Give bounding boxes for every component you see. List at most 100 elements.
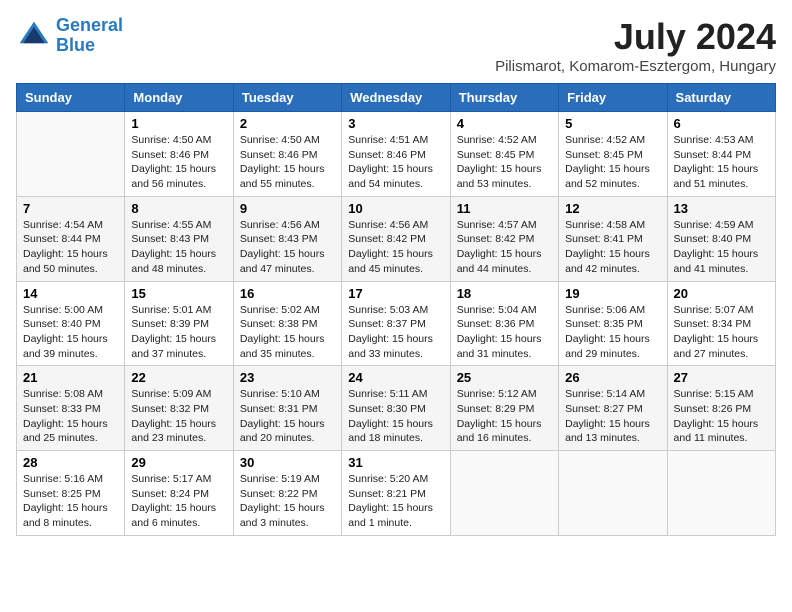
day-number: 28 bbox=[23, 455, 118, 470]
day-detail: Sunrise: 4:53 AM Sunset: 8:44 PM Dayligh… bbox=[674, 133, 769, 192]
calendar-cell: 6 Sunrise: 4:53 AM Sunset: 8:44 PM Daylig… bbox=[667, 112, 775, 197]
calendar-cell: 20 Sunrise: 5:07 AM Sunset: 8:34 PM Dayli… bbox=[667, 281, 775, 366]
day-number: 14 bbox=[23, 286, 118, 301]
week-row: 1 Sunrise: 4:50 AM Sunset: 8:46 PM Daylig… bbox=[17, 112, 776, 197]
calendar-cell: 16 Sunrise: 5:02 AM Sunset: 8:38 PM Dayli… bbox=[233, 281, 341, 366]
day-detail: Sunrise: 4:52 AM Sunset: 8:45 PM Dayligh… bbox=[457, 133, 552, 192]
title-area: July 2024 Pilismarot, Komarom-Esztergom,… bbox=[495, 16, 776, 75]
calendar-cell: 1 Sunrise: 4:50 AM Sunset: 8:46 PM Daylig… bbox=[125, 112, 233, 197]
day-number: 5 bbox=[565, 116, 660, 131]
day-detail: Sunrise: 5:16 AM Sunset: 8:25 PM Dayligh… bbox=[23, 472, 118, 531]
header-row: SundayMondayTuesdayWednesdayThursdayFrid… bbox=[17, 84, 776, 112]
calendar-cell: 13Sunrise: 4:59 AM Sunset: 8:40 PM Dayli… bbox=[667, 196, 775, 281]
day-detail: Sunrise: 5:00 AM Sunset: 8:40 PM Dayligh… bbox=[23, 303, 118, 362]
day-number: 2 bbox=[240, 116, 335, 131]
day-number: 18 bbox=[457, 286, 552, 301]
logo-text: General Blue bbox=[56, 16, 123, 56]
week-row: 28 Sunrise: 5:16 AM Sunset: 8:25 PM Dayli… bbox=[17, 451, 776, 536]
day-detail: Sunrise: 5:02 AM Sunset: 8:38 PM Dayligh… bbox=[240, 303, 335, 362]
calendar-cell: 29 Sunrise: 5:17 AM Sunset: 8:24 PM Dayli… bbox=[125, 451, 233, 536]
calendar-cell: 2 Sunrise: 4:50 AM Sunset: 8:46 PM Daylig… bbox=[233, 112, 341, 197]
day-number: 29 bbox=[131, 455, 226, 470]
calendar-cell: 23 Sunrise: 5:10 AM Sunset: 8:31 PM Dayli… bbox=[233, 366, 341, 451]
calendar-cell: 14 Sunrise: 5:00 AM Sunset: 8:40 PM Dayli… bbox=[17, 281, 125, 366]
day-number: 23 bbox=[240, 370, 335, 385]
day-number: 24 bbox=[348, 370, 443, 385]
day-detail: Sunrise: 5:20 AM Sunset: 8:21 PM Dayligh… bbox=[348, 472, 443, 531]
column-header-monday: Monday bbox=[125, 84, 233, 112]
day-number: 26 bbox=[565, 370, 660, 385]
calendar-cell bbox=[17, 112, 125, 197]
day-number: 19 bbox=[565, 286, 660, 301]
day-number: 25 bbox=[457, 370, 552, 385]
day-detail: Sunrise: 4:52 AM Sunset: 8:45 PM Dayligh… bbox=[565, 133, 660, 192]
calendar-subtitle: Pilismarot, Komarom-Esztergom, Hungary bbox=[495, 58, 776, 75]
day-detail: Sunrise: 4:51 AM Sunset: 8:46 PM Dayligh… bbox=[348, 133, 443, 192]
calendar-cell bbox=[559, 451, 667, 536]
day-number: 6 bbox=[674, 116, 769, 131]
calendar-cell: 24Sunrise: 5:11 AM Sunset: 8:30 PM Dayli… bbox=[342, 366, 450, 451]
day-detail: Sunrise: 5:17 AM Sunset: 8:24 PM Dayligh… bbox=[131, 472, 226, 531]
day-detail: Sunrise: 5:10 AM Sunset: 8:31 PM Dayligh… bbox=[240, 387, 335, 446]
day-detail: Sunrise: 4:56 AM Sunset: 8:42 PM Dayligh… bbox=[348, 218, 443, 277]
calendar-cell: 31 Sunrise: 5:20 AM Sunset: 8:21 PM Dayli… bbox=[342, 451, 450, 536]
week-row: 7Sunrise: 4:54 AM Sunset: 8:44 PM Daylig… bbox=[17, 196, 776, 281]
day-number: 15 bbox=[131, 286, 226, 301]
day-detail: Sunrise: 5:08 AM Sunset: 8:33 PM Dayligh… bbox=[23, 387, 118, 446]
calendar-cell: 7Sunrise: 4:54 AM Sunset: 8:44 PM Daylig… bbox=[17, 196, 125, 281]
calendar-cell: 3Sunrise: 4:51 AM Sunset: 8:46 PM Daylig… bbox=[342, 112, 450, 197]
day-detail: Sunrise: 5:04 AM Sunset: 8:36 PM Dayligh… bbox=[457, 303, 552, 362]
day-number: 22 bbox=[131, 370, 226, 385]
calendar-cell: 19 Sunrise: 5:06 AM Sunset: 8:35 PM Dayli… bbox=[559, 281, 667, 366]
calendar-cell: 30Sunrise: 5:19 AM Sunset: 8:22 PM Dayli… bbox=[233, 451, 341, 536]
calendar-cell: 15 Sunrise: 5:01 AM Sunset: 8:39 PM Dayli… bbox=[125, 281, 233, 366]
day-number: 17 bbox=[348, 286, 443, 301]
day-number: 21 bbox=[23, 370, 118, 385]
logo-line2: Blue bbox=[56, 35, 95, 55]
day-number: 1 bbox=[131, 116, 226, 131]
calendar-cell: 22 Sunrise: 5:09 AM Sunset: 8:32 PM Dayli… bbox=[125, 366, 233, 451]
day-number: 12 bbox=[565, 201, 660, 216]
day-detail: Sunrise: 5:06 AM Sunset: 8:35 PM Dayligh… bbox=[565, 303, 660, 362]
calendar-cell: 12 Sunrise: 4:58 AM Sunset: 8:41 PM Dayli… bbox=[559, 196, 667, 281]
calendar-cell: 9Sunrise: 4:56 AM Sunset: 8:43 PM Daylig… bbox=[233, 196, 341, 281]
day-detail: Sunrise: 4:50 AM Sunset: 8:46 PM Dayligh… bbox=[240, 133, 335, 192]
day-number: 7 bbox=[23, 201, 118, 216]
column-header-friday: Friday bbox=[559, 84, 667, 112]
calendar-cell: 17Sunrise: 5:03 AM Sunset: 8:37 PM Dayli… bbox=[342, 281, 450, 366]
day-detail: Sunrise: 5:07 AM Sunset: 8:34 PM Dayligh… bbox=[674, 303, 769, 362]
day-detail: Sunrise: 4:57 AM Sunset: 8:42 PM Dayligh… bbox=[457, 218, 552, 277]
day-number: 30 bbox=[240, 455, 335, 470]
day-detail: Sunrise: 5:09 AM Sunset: 8:32 PM Dayligh… bbox=[131, 387, 226, 446]
day-detail: Sunrise: 4:59 AM Sunset: 8:40 PM Dayligh… bbox=[674, 218, 769, 277]
day-number: 4 bbox=[457, 116, 552, 131]
calendar-title: July 2024 bbox=[495, 16, 776, 58]
calendar-cell: 5 Sunrise: 4:52 AM Sunset: 8:45 PM Daylig… bbox=[559, 112, 667, 197]
week-row: 14 Sunrise: 5:00 AM Sunset: 8:40 PM Dayli… bbox=[17, 281, 776, 366]
week-row: 21 Sunrise: 5:08 AM Sunset: 8:33 PM Dayli… bbox=[17, 366, 776, 451]
calendar-header: SundayMondayTuesdayWednesdayThursdayFrid… bbox=[17, 84, 776, 112]
day-detail: Sunrise: 5:01 AM Sunset: 8:39 PM Dayligh… bbox=[131, 303, 226, 362]
day-detail: Sunrise: 4:50 AM Sunset: 8:46 PM Dayligh… bbox=[131, 133, 226, 192]
day-number: 9 bbox=[240, 201, 335, 216]
day-detail: Sunrise: 4:55 AM Sunset: 8:43 PM Dayligh… bbox=[131, 218, 226, 277]
column-header-wednesday: Wednesday bbox=[342, 84, 450, 112]
day-number: 11 bbox=[457, 201, 552, 216]
day-detail: Sunrise: 4:58 AM Sunset: 8:41 PM Dayligh… bbox=[565, 218, 660, 277]
day-number: 20 bbox=[674, 286, 769, 301]
calendar-cell: 10 Sunrise: 4:56 AM Sunset: 8:42 PM Dayli… bbox=[342, 196, 450, 281]
day-number: 10 bbox=[348, 201, 443, 216]
calendar-cell bbox=[667, 451, 775, 536]
calendar-cell: 18 Sunrise: 5:04 AM Sunset: 8:36 PM Dayli… bbox=[450, 281, 558, 366]
column-header-sunday: Sunday bbox=[17, 84, 125, 112]
day-detail: Sunrise: 5:14 AM Sunset: 8:27 PM Dayligh… bbox=[565, 387, 660, 446]
day-number: 16 bbox=[240, 286, 335, 301]
day-number: 8 bbox=[131, 201, 226, 216]
day-detail: Sunrise: 5:12 AM Sunset: 8:29 PM Dayligh… bbox=[457, 387, 552, 446]
day-number: 31 bbox=[348, 455, 443, 470]
calendar-cell: 21 Sunrise: 5:08 AM Sunset: 8:33 PM Dayli… bbox=[17, 366, 125, 451]
calendar-cell: 4 Sunrise: 4:52 AM Sunset: 8:45 PM Daylig… bbox=[450, 112, 558, 197]
calendar-cell: 11 Sunrise: 4:57 AM Sunset: 8:42 PM Dayli… bbox=[450, 196, 558, 281]
calendar-cell: 8 Sunrise: 4:55 AM Sunset: 8:43 PM Daylig… bbox=[125, 196, 233, 281]
calendar-cell: 26 Sunrise: 5:14 AM Sunset: 8:27 PM Dayli… bbox=[559, 366, 667, 451]
